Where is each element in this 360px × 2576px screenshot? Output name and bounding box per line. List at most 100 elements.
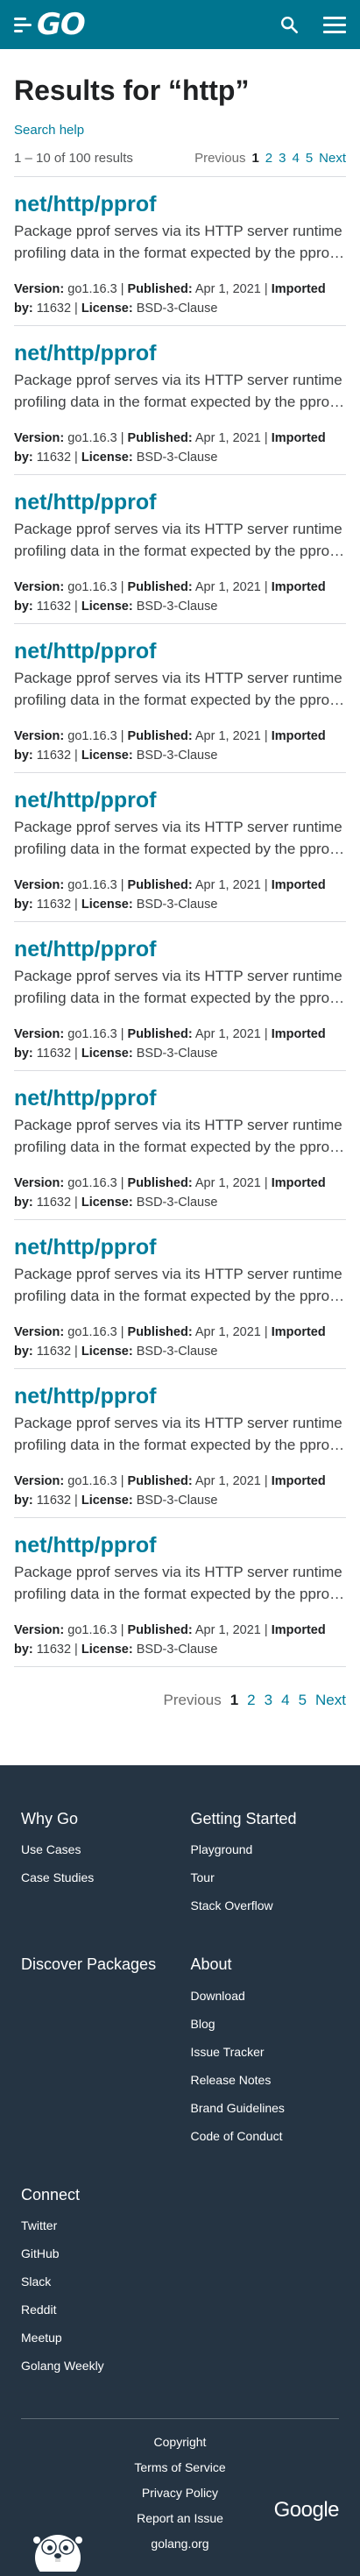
imported-by-value: 11632 [36, 898, 72, 912]
footer-link-playground[interactable]: Playground [191, 1842, 340, 1856]
footer-link-download[interactable]: Download [191, 1989, 340, 2003]
license-value: BSD-3-Clause [136, 600, 218, 614]
search-result: net/http/pprof Package pprof serves via … [14, 177, 346, 327]
footer-link-brand-guidelines[interactable]: Brand Guidelines [191, 2101, 340, 2115]
published-label: Published: [127, 579, 193, 594]
result-description: Package pprof serves via its HTTP server… [14, 223, 342, 261]
google-logo[interactable]: Google [274, 2498, 340, 2523]
footer-link-release-notes[interactable]: Release Notes [191, 2073, 340, 2087]
pager-page-3[interactable]: 3 [265, 1692, 272, 1709]
pager-page-3[interactable]: 3 [279, 151, 286, 166]
license-value: BSD-3-Clause [136, 302, 218, 316]
result-meta: Version: go1.16.3 | Published: Apr 1, 20… [14, 1473, 326, 1508]
footer-heading[interactable]: Connect [21, 2183, 170, 2206]
result-title-link[interactable]: net/http/pprof [14, 1085, 346, 1111]
go-logo[interactable]: GO [14, 7, 86, 42]
footer-heading[interactable]: Discover Packages [21, 1953, 170, 1976]
footer-link-copyright[interactable]: Copyright [21, 2435, 339, 2449]
pager-page-5[interactable]: 5 [306, 151, 313, 166]
search-result: net/http/pprof Package pprof serves via … [14, 773, 346, 923]
published-label: Published: [127, 281, 193, 296]
version-label: Version: [14, 877, 65, 892]
license-label: License: [81, 1196, 133, 1210]
site-header: GO [0, 0, 360, 49]
pager-page-2[interactable]: 2 [265, 151, 272, 166]
footer-link-golang-weekly[interactable]: Golang Weekly [21, 2359, 170, 2373]
result-title-link[interactable]: net/http/pprof [14, 1234, 346, 1260]
results-summary-row: 1 – 10 of 100 results Previous 1 2 3 4 5… [14, 151, 346, 178]
search-icon[interactable] [278, 13, 300, 36]
pager-previous[interactable]: Previous [164, 1692, 222, 1709]
pager-previous[interactable]: Previous [194, 151, 245, 166]
pager-next[interactable]: Next [315, 1692, 346, 1709]
license-label: License: [81, 451, 133, 465]
imported-by-value: 11632 [36, 749, 72, 763]
published-value: Apr 1, 2021 [194, 1473, 261, 1488]
footer-link-slack[interactable]: Slack [21, 2274, 170, 2289]
result-title-link[interactable]: net/http/pprof [14, 787, 346, 813]
footer-heading[interactable]: Getting Started [191, 1807, 340, 1830]
footer-heading[interactable]: Why Go [21, 1807, 170, 1830]
footer-link-terms[interactable]: Terms of Service [21, 2460, 339, 2474]
footer-link-twitter[interactable]: Twitter [21, 2218, 170, 2232]
pagination-top: Previous 1 2 3 4 5 Next [194, 151, 346, 166]
search-help-link[interactable]: Search help [14, 123, 84, 138]
published-value: Apr 1, 2021 [194, 877, 261, 892]
results-list: net/http/pprof Package pprof serves via … [14, 177, 346, 1668]
footer-column-getting-started: Getting Started Playground Tour Stack Ov… [191, 1807, 340, 1927]
license-value: BSD-3-Clause [136, 1345, 218, 1359]
version-label: Version: [14, 430, 65, 445]
result-title-link[interactable]: net/http/pprof [14, 489, 346, 515]
imported-by-value: 11632 [36, 1643, 72, 1657]
footer-link-code-of-conduct[interactable]: Code of Conduct [191, 2129, 340, 2143]
result-title-link[interactable]: net/http/pprof [14, 936, 346, 962]
footer-heading[interactable]: About [191, 1953, 340, 1976]
result-title-link[interactable]: net/http/pprof [14, 638, 346, 664]
footer-link-issue-tracker[interactable]: Issue Tracker [191, 2045, 340, 2059]
result-description: Package pprof serves via its HTTP server… [14, 372, 342, 410]
result-meta: Version: go1.16.3 | Published: Apr 1, 20… [14, 281, 326, 316]
pager-page-1[interactable]: 1 [251, 151, 258, 166]
search-result: net/http/pprof Package pprof serves via … [14, 1220, 346, 1370]
license-label: License: [81, 1494, 133, 1508]
result-title-link[interactable]: net/http/pprof [14, 191, 346, 217]
search-result: net/http/pprof Package pprof serves via … [14, 1518, 346, 1668]
result-meta: Version: go1.16.3 | Published: Apr 1, 20… [14, 728, 326, 763]
hamburger-menu-icon[interactable] [323, 16, 346, 33]
footer-link-case-studies[interactable]: Case Studies [21, 1870, 170, 1884]
imported-by-value: 11632 [36, 1047, 72, 1061]
pager-page-4[interactable]: 4 [292, 151, 299, 166]
pager-page-1[interactable]: 1 [230, 1692, 238, 1709]
pager-page-4[interactable]: 4 [281, 1692, 289, 1709]
footer-link-blog[interactable]: Blog [191, 2017, 340, 2031]
pager-page-5[interactable]: 5 [299, 1692, 307, 1709]
search-result: net/http/pprof Package pprof serves via … [14, 922, 346, 1072]
result-title-link[interactable]: net/http/pprof [14, 1383, 346, 1409]
footer-link-stack-overflow[interactable]: Stack Overflow [191, 1898, 340, 1912]
go-logo-text: GO [37, 7, 86, 42]
footer-link-github[interactable]: GitHub [21, 2246, 170, 2260]
pager-page-2[interactable]: 2 [247, 1692, 255, 1709]
search-result: net/http/pprof Package pprof serves via … [14, 326, 346, 476]
go-logo-speed-lines [14, 17, 32, 32]
result-description: Package pprof serves via its HTTP server… [14, 819, 342, 857]
published-label: Published: [127, 1473, 193, 1488]
imported-by-value: 11632 [36, 600, 72, 614]
pager-next[interactable]: Next [319, 151, 346, 166]
result-description: Package pprof serves via its HTTP server… [14, 521, 342, 559]
result-meta: Version: go1.16.3 | Published: Apr 1, 20… [14, 579, 326, 614]
result-title-link[interactable]: net/http/pprof [14, 340, 346, 366]
license-value: BSD-3-Clause [136, 749, 218, 763]
footer-link-reddit[interactable]: Reddit [21, 2303, 170, 2317]
imported-by-value: 11632 [36, 1345, 72, 1359]
footer-link-tour[interactable]: Tour [191, 1870, 340, 1884]
license-label: License: [81, 898, 133, 912]
footer-link-meetup[interactable]: Meetup [21, 2331, 170, 2345]
published-label: Published: [127, 877, 193, 892]
result-title-link[interactable]: net/http/pprof [14, 1532, 346, 1558]
result-meta: Version: go1.16.3 | Published: Apr 1, 20… [14, 1622, 326, 1657]
search-result: net/http/pprof Package pprof serves via … [14, 1071, 346, 1221]
version-label: Version: [14, 1175, 65, 1190]
published-value: Apr 1, 2021 [194, 1026, 261, 1041]
footer-link-use-cases[interactable]: Use Cases [21, 1842, 170, 1856]
